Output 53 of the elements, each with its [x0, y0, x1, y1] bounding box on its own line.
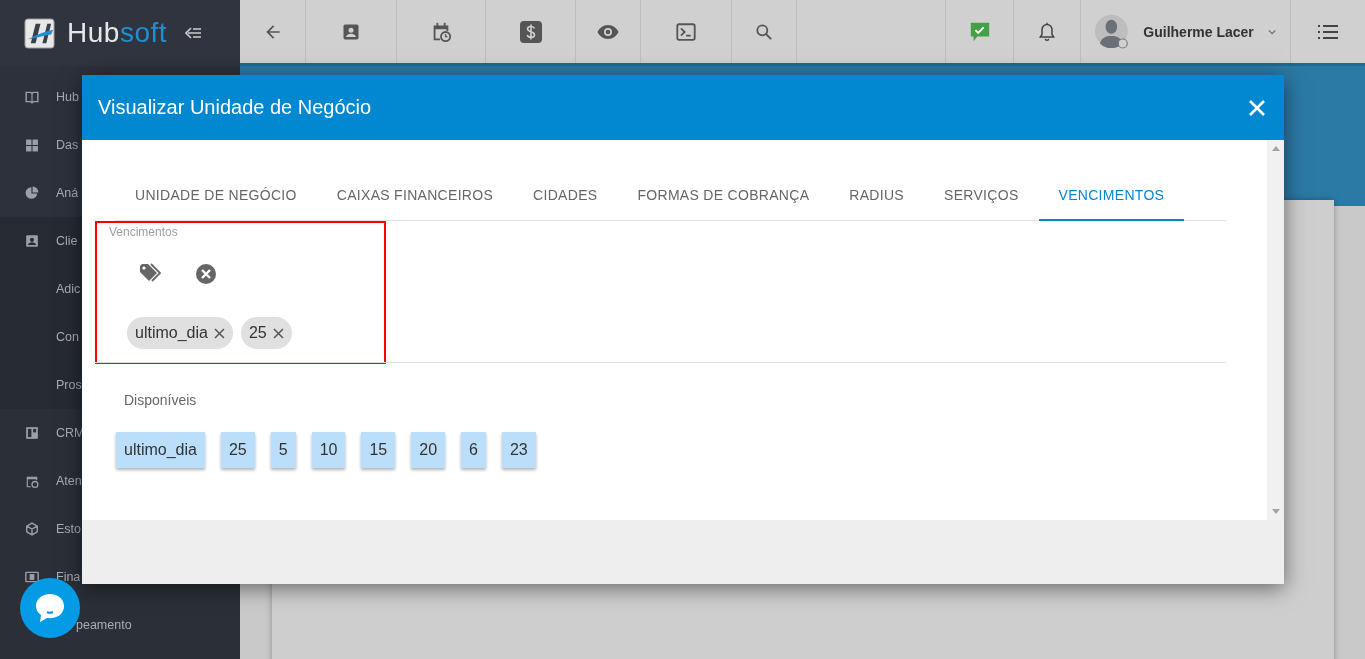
sidebar-item[interactable]: Pros — [56, 378, 82, 392]
option-chip[interactable]: 10 — [311, 432, 346, 468]
grid-icon — [25, 138, 39, 152]
sidebar-item[interactable]: Fina — [56, 570, 81, 584]
option-chip[interactable]: 15 — [361, 432, 396, 468]
collapse-menu-icon[interactable] — [185, 27, 201, 39]
option-chip[interactable]: 6 — [461, 432, 486, 468]
sidebar-item[interactable]: Esto — [56, 522, 81, 536]
selected-chip: 25 — [240, 317, 292, 349]
book-icon — [25, 90, 39, 104]
sidebar-item[interactable]: Clie — [56, 234, 78, 248]
cube-icon — [25, 522, 39, 536]
sidebar-item[interactable]: Aná — [56, 186, 79, 200]
close-button[interactable] — [1248, 98, 1266, 117]
option-chip[interactable]: 5 — [270, 432, 296, 468]
option-chip[interactable]: 25 — [220, 432, 255, 468]
option-chip[interactable]: ultimo_dia — [116, 432, 205, 468]
logo-icon — [24, 17, 55, 49]
tab[interactable]: FORMAS DE COBRANÇA — [617, 172, 830, 221]
tab[interactable]: CAIXAS FINANCEIROS — [316, 172, 514, 221]
logo-text: Hubsoft — [67, 17, 167, 49]
tab[interactable]: VENCIMENTOS — [1038, 172, 1185, 221]
search-icon[interactable] — [754, 21, 774, 42]
tab[interactable]: CIDADES — [513, 172, 618, 221]
selected-chip: ultimo_dia — [127, 317, 233, 349]
sidebar-item[interactable]: Das — [56, 138, 79, 152]
sidebar-item[interactable]: peamento — [76, 618, 132, 632]
tab[interactable]: UNIDADE DE NEGÓCIO — [115, 172, 317, 221]
contact-card-icon — [25, 234, 39, 248]
terminal-icon[interactable] — [675, 20, 697, 43]
sidebar-item[interactable]: Adic — [56, 282, 81, 296]
tab[interactable]: RADIUS — [829, 172, 924, 221]
sidebar-item[interactable]: Con — [56, 330, 79, 344]
modal-title: Visualizar Unidade de Negócio — [98, 96, 372, 119]
field-label: Vencimentos — [109, 225, 178, 239]
sidebar-item[interactable]: Hub — [56, 90, 79, 104]
option-chip[interactable]: 23 — [501, 432, 536, 468]
board-icon — [25, 426, 39, 440]
pie-chart-icon — [25, 186, 39, 200]
tab[interactable]: SERVIÇOS — [924, 172, 1039, 221]
option-chip[interactable]: 20 — [411, 432, 446, 468]
remove-icon[interactable] — [272, 327, 284, 339]
remove-icon[interactable] — [213, 327, 225, 339]
banknote-icon — [25, 570, 39, 584]
sidebar-item[interactable]: Aten — [56, 474, 82, 488]
dropdown-caret-icon[interactable] — [1267, 28, 1276, 35]
user-name[interactable]: Guilherme Lacer — [1143, 23, 1254, 40]
clear-icon[interactable] — [195, 263, 217, 285]
section-label: Disponíveis — [124, 392, 198, 408]
list-menu-icon[interactable] — [1318, 23, 1338, 40]
bell-icon[interactable] — [1037, 20, 1057, 43]
dollar-icon[interactable] — [518, 19, 543, 44]
chat-check-icon[interactable] — [968, 20, 991, 43]
